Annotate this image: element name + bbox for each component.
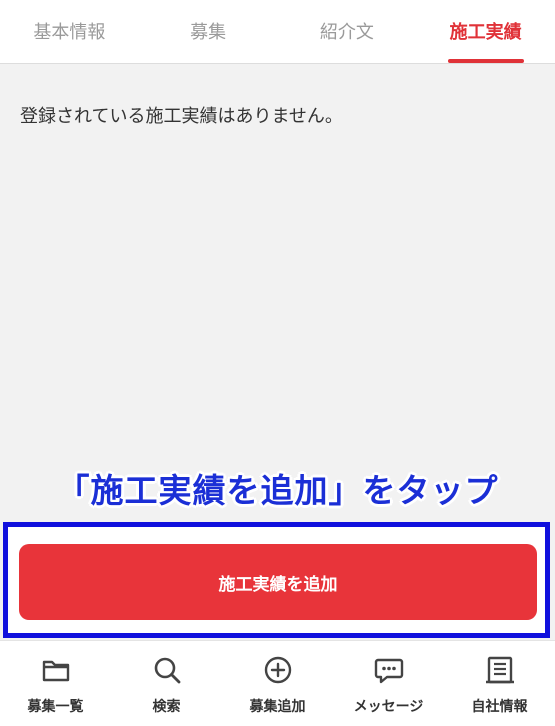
message-icon [374, 658, 403, 684]
nav-recruitment-list[interactable]: 募集一覧 [0, 641, 111, 726]
folder-icon [42, 660, 69, 682]
nav-add-recruitment[interactable]: 募集追加 [222, 641, 333, 726]
tab-basic-info[interactable]: 基本情報 [0, 0, 139, 63]
nav-label: メッセージ [353, 699, 424, 715]
empty-message: 登録されている施工実績はありません。 [20, 106, 343, 127]
bottom-nav: 募集一覧 検索 募集追加 メッセージ 自社情報 [0, 640, 555, 726]
plus-circle-icon [264, 656, 291, 684]
nav-label: 検索 [152, 699, 181, 715]
nav-label: 募集追加 [249, 699, 306, 715]
nav-label: 募集一覧 [27, 699, 84, 715]
add-construction-result-button[interactable]: 施工実績を追加 [19, 544, 537, 620]
nav-company-info[interactable]: 自社情報 [444, 641, 555, 726]
document-icon [485, 656, 514, 684]
nav-messages[interactable]: メッセージ [333, 641, 444, 726]
nav-search[interactable]: 検索 [111, 641, 222, 726]
nav-label: 自社情報 [471, 699, 528, 715]
content-area: 登録されている施工実績はありません。 [0, 64, 555, 520]
search-icon [154, 657, 180, 684]
tab-recruitment[interactable]: 募集 [139, 0, 278, 63]
instruction-annotation: 「施工実績を追加」をタップ [56, 471, 499, 510]
tab-construction-results[interactable]: 施工実績 [416, 0, 555, 63]
tab-bar: 基本情報 募集 紹介文 施工実績 [0, 0, 555, 64]
tab-introduction[interactable]: 紹介文 [278, 0, 417, 63]
